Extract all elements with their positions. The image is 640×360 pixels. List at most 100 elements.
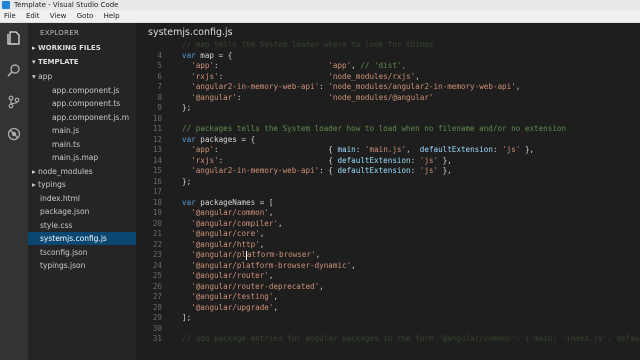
code-line: 13 'app': { main: 'main.js', defaultExte… bbox=[136, 145, 640, 156]
line-number: 8 bbox=[157, 92, 162, 102]
vscode-logo-icon bbox=[2, 1, 10, 9]
code-text: '@angular/common', bbox=[191, 208, 274, 217]
code-line: 26 '@angular/router-deprecated', bbox=[136, 282, 640, 293]
code-line: 22 '@angular/http', bbox=[136, 240, 640, 251]
search-icon[interactable] bbox=[7, 63, 21, 77]
explorer-sidebar: EXPLORER ▸ WORKING FILES ▾ TEMPLATE ▾ ap… bbox=[28, 23, 136, 360]
code-line: 30 bbox=[136, 324, 640, 335]
line-number: 10 bbox=[152, 113, 162, 123]
tree-item-index-html[interactable]: index.html bbox=[28, 192, 136, 205]
tree-item-app-component-ts[interactable]: app.component.ts bbox=[28, 97, 136, 110]
explorer-header: EXPLORER bbox=[40, 29, 80, 37]
line-number: 5 bbox=[157, 61, 162, 70]
code-line: 6 'rxjs': 'node_modules/rxjs', bbox=[136, 72, 640, 83]
tree-item-app-component-js[interactable]: app.component.js bbox=[28, 84, 136, 97]
code-text: // add package entries for angular packa… bbox=[182, 334, 640, 343]
code-text: 'angular2-in-memory-web-api': 'node_modu… bbox=[191, 82, 521, 91]
tree-item-label: systemjs.config.js bbox=[40, 234, 107, 243]
code-text: '@angular/compiler', bbox=[191, 218, 283, 228]
code-line: 20 '@angular/compiler', bbox=[136, 219, 640, 230]
code-line: 5 'app': 'app', // 'dist', bbox=[136, 61, 640, 72]
code-line: 19 '@angular/common', bbox=[136, 208, 640, 219]
tab-systemjs-config[interactable]: systemjs.config.js bbox=[148, 27, 233, 38]
code-line: 10 bbox=[136, 114, 640, 125]
line-number: 20 bbox=[152, 218, 162, 228]
tree-item-typings-json[interactable]: typings.json bbox=[28, 259, 136, 272]
tree-item-style-css[interactable]: style.css bbox=[28, 219, 136, 232]
tree-item-main-ts[interactable]: main.ts bbox=[28, 138, 136, 151]
line-number: 15 bbox=[152, 166, 162, 175]
code-text: }; bbox=[182, 103, 192, 112]
tree-item-tsconfig-json[interactable]: tsconfig.json bbox=[28, 246, 136, 259]
code-line: 25 '@angular/router', bbox=[136, 271, 640, 282]
line-number: 13 bbox=[152, 145, 162, 154]
code-text: '@angular/router', bbox=[191, 271, 274, 280]
menu-help[interactable]: Help bbox=[104, 12, 120, 20]
code-line: 21 '@angular/core', bbox=[136, 229, 640, 240]
menu-view[interactable]: View bbox=[50, 12, 67, 20]
code-text: ]; bbox=[182, 313, 192, 322]
tree-item-label: style.css bbox=[40, 220, 73, 230]
code-text: '@angular/router-deprecated', bbox=[191, 281, 324, 291]
tree-item-package-json[interactable]: package.json bbox=[28, 205, 136, 218]
code-text: var packages = { bbox=[182, 134, 256, 144]
line-number: 7 bbox=[157, 82, 162, 91]
tree-item-app[interactable]: ▾ app bbox=[28, 70, 136, 83]
tree-item-node-modules[interactable]: ▸ node_modules bbox=[28, 165, 136, 178]
code-line: // map tells the System loader where to … bbox=[136, 40, 640, 51]
code-line: 18 var packageNames = [ bbox=[136, 198, 640, 209]
line-number: 17 bbox=[152, 187, 162, 196]
files-icon[interactable] bbox=[7, 31, 21, 45]
line-number: 9 bbox=[157, 103, 162, 112]
line-number: 30 bbox=[152, 323, 162, 333]
tree-item-label: main.ts bbox=[52, 139, 80, 149]
tree-item-systemjs-config-js[interactable]: systemjs.config.js bbox=[28, 232, 136, 245]
code-line: 29]; bbox=[136, 313, 640, 324]
line-number: 14 bbox=[152, 155, 162, 165]
window-title: Template - Visual Studio Code bbox=[14, 1, 119, 9]
code-line: 8 '@angular': 'node_modules/@angular' bbox=[136, 93, 640, 104]
code-text: var map = { bbox=[182, 50, 233, 60]
code-line: 15 'angular2-in-memory-web-api': { defau… bbox=[136, 166, 640, 177]
code-line: 11 // packages tells the System loader ho… bbox=[136, 124, 640, 135]
code-line: 9}; bbox=[136, 103, 640, 114]
editor-area: systemjs.config.js // map tells the Syst… bbox=[136, 23, 640, 360]
menu-bar: File Edit View Goto Help bbox=[0, 10, 640, 23]
code-line: 24 '@angular/platform-browser-dynamic', bbox=[136, 261, 640, 272]
line-number: 25 bbox=[152, 271, 162, 280]
tree-item-label: app.component.js bbox=[52, 85, 120, 95]
menu-edit[interactable]: Edit bbox=[26, 12, 40, 20]
code-text: '@angular/testing', bbox=[191, 292, 279, 301]
menu-goto[interactable]: Goto bbox=[77, 12, 94, 20]
code-line: 27 '@angular/testing', bbox=[136, 292, 640, 303]
project-section[interactable]: ▾ TEMPLATE bbox=[32, 58, 79, 66]
tree-item-typings[interactable]: ▸ typings bbox=[28, 178, 136, 191]
tree-item-label: main.js bbox=[52, 126, 80, 135]
menu-file[interactable]: File bbox=[4, 12, 16, 20]
code-text: '@angular': 'node_modules/@angular' bbox=[191, 92, 434, 102]
code-text: '@angular/platform-browser-dynamic', bbox=[191, 260, 356, 270]
tree-item-label: ▸ typings bbox=[32, 180, 66, 189]
code-line: 4 var map = { bbox=[136, 51, 640, 62]
working-files-section[interactable]: ▸ WORKING FILES bbox=[32, 44, 101, 52]
code-text: // packages tells the System loader how … bbox=[182, 124, 567, 133]
code-text: 'rxjs': 'node_modules/rxjs', bbox=[191, 71, 420, 81]
tree-item-label: typings.json bbox=[40, 261, 86, 270]
line-number: 18 bbox=[152, 197, 162, 207]
code-line: 7 'angular2-in-memory-web-api': 'node_mo… bbox=[136, 82, 640, 93]
line-number: 28 bbox=[152, 302, 162, 312]
tree-item-main-js-map[interactable]: main.js.map bbox=[28, 151, 136, 164]
tree-item-main-js[interactable]: main.js bbox=[28, 124, 136, 137]
tree-item-app-component-js-m[interactable]: app.component.js.m bbox=[28, 111, 136, 124]
tree-item-label: app.component.js.m bbox=[52, 112, 129, 122]
code-line: 23 '@angular/platform-browser', bbox=[136, 250, 640, 261]
line-number: 4 bbox=[157, 50, 162, 60]
git-icon[interactable] bbox=[7, 95, 21, 109]
code-line: 16}; bbox=[136, 177, 640, 188]
line-number: 19 bbox=[152, 208, 162, 217]
line-number: 11 bbox=[152, 124, 162, 133]
line-number: 26 bbox=[152, 281, 162, 291]
code-line: 28 '@angular/upgrade', bbox=[136, 303, 640, 314]
code-text: 'rxjs': { defaultExtension: 'js' }, bbox=[191, 155, 452, 165]
debug-icon[interactable] bbox=[7, 127, 21, 141]
